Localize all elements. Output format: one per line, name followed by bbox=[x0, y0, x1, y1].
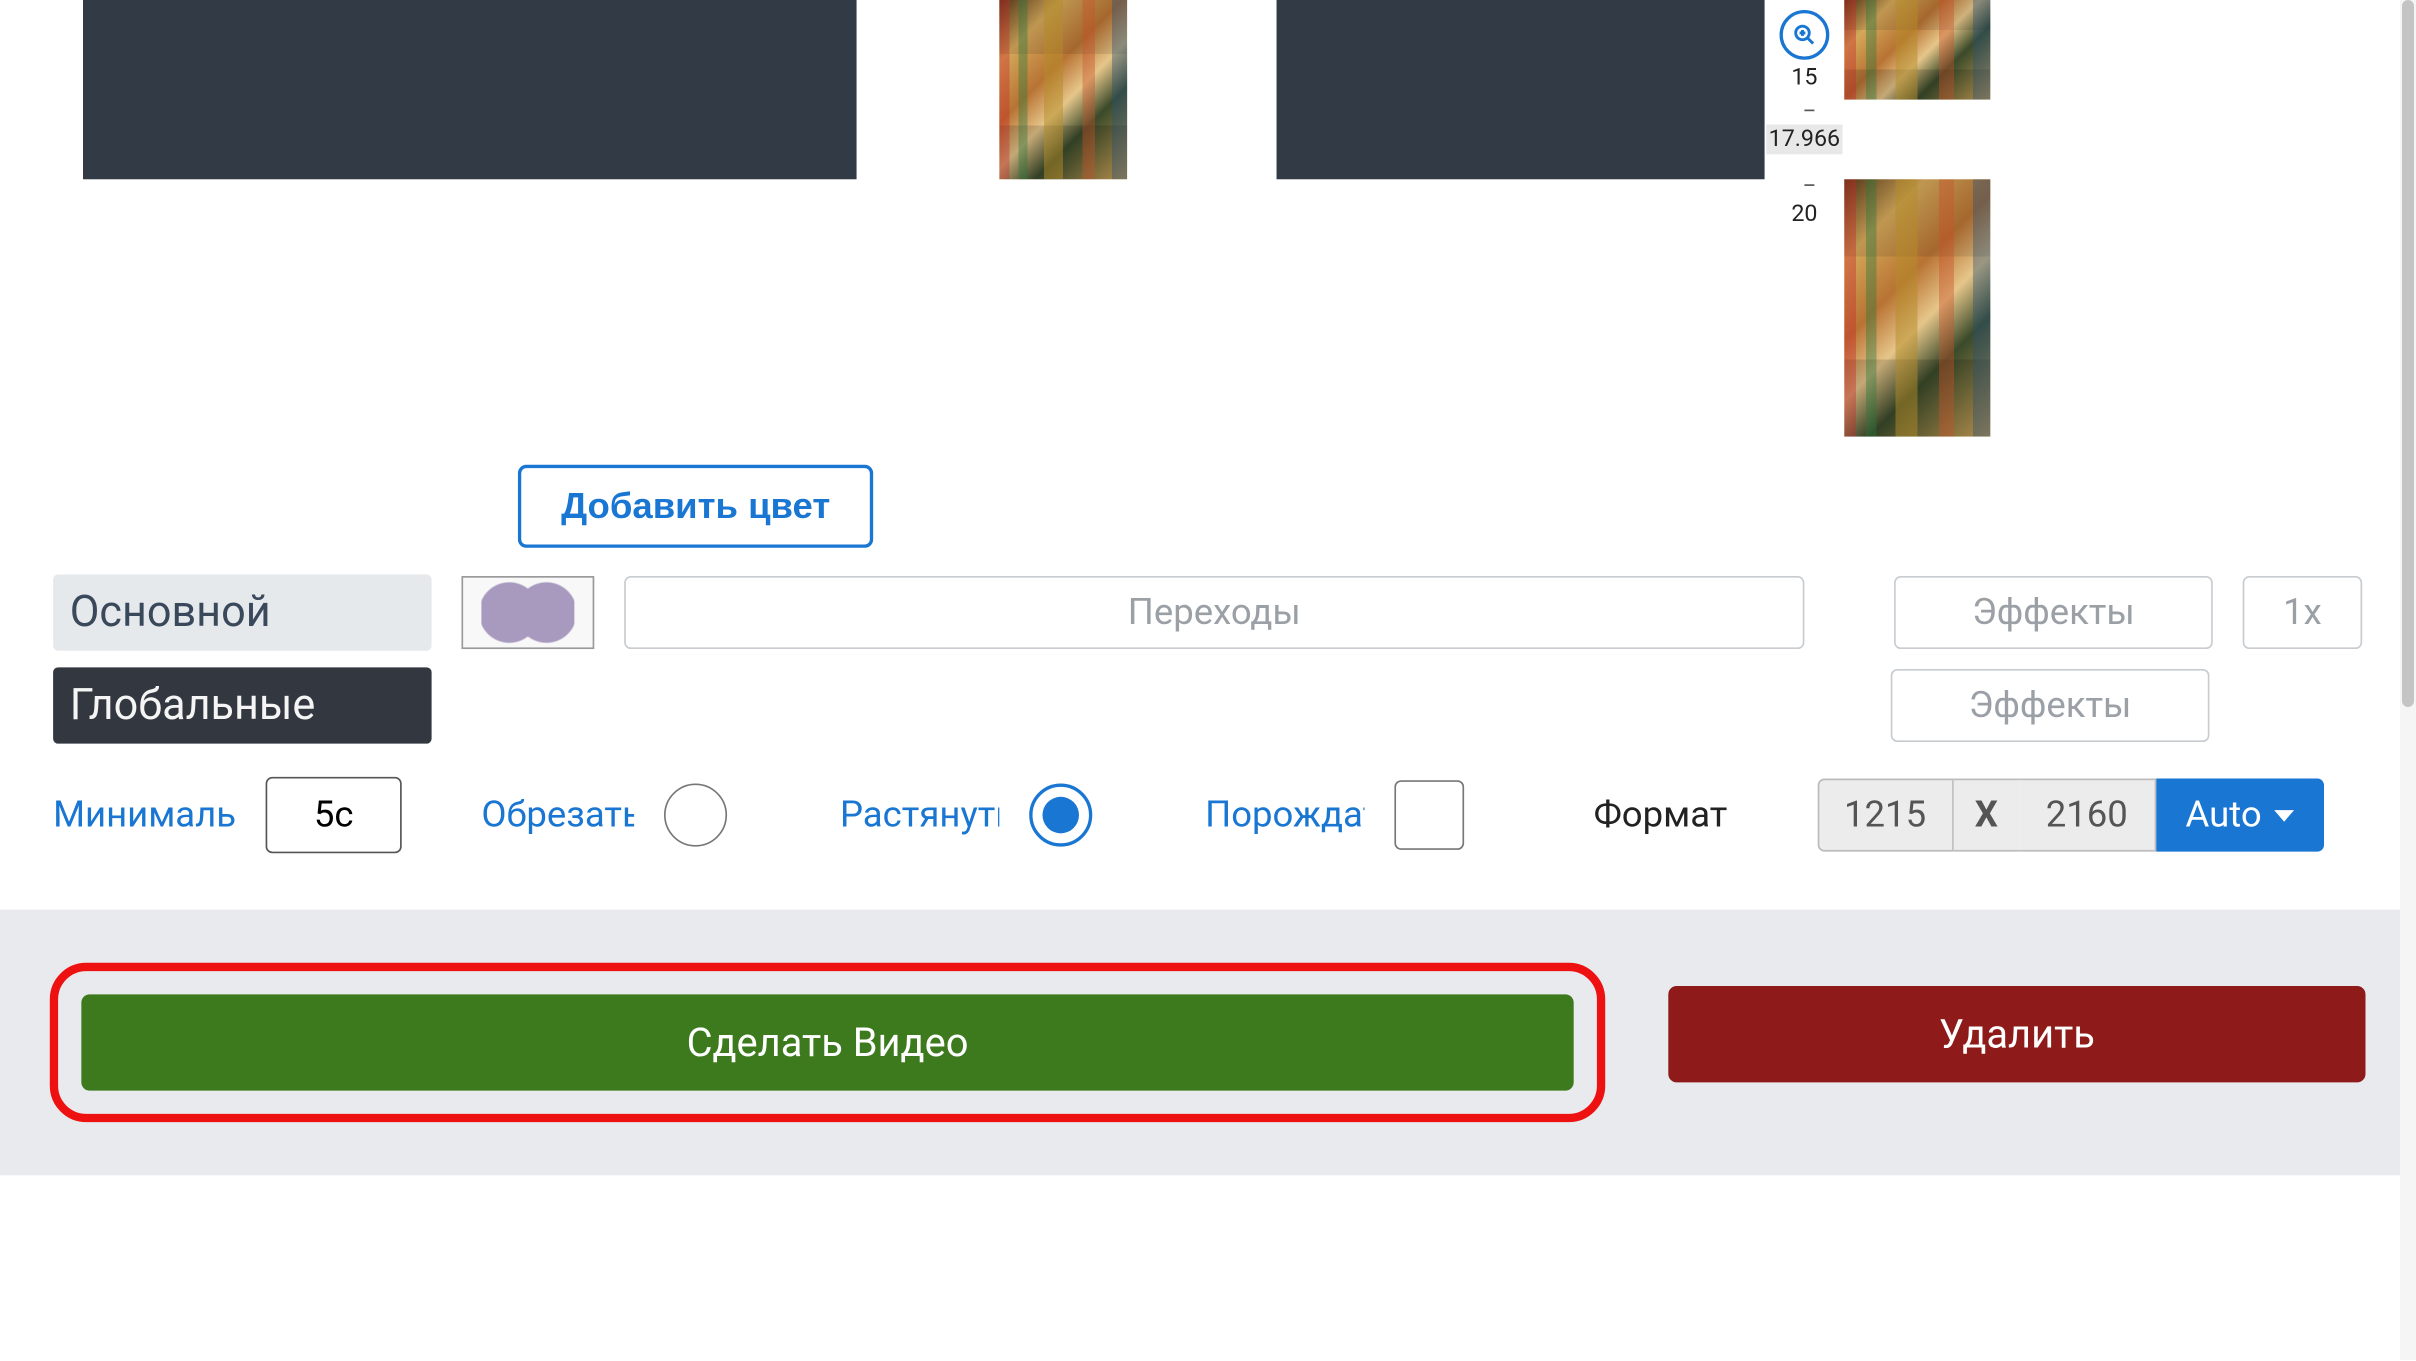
min-duration-input[interactable]: 5c bbox=[266, 777, 402, 853]
ruler-tick-mark bbox=[1804, 109, 1814, 111]
transitions-select[interactable]: Переходы bbox=[624, 576, 1804, 649]
timeline-clips-column bbox=[1844, 0, 1993, 448]
clip-thumbnail-1[interactable] bbox=[999, 0, 1127, 179]
highlight-ring: Сделать Видео bbox=[50, 963, 1605, 1122]
delete-button[interactable]: Удалить bbox=[1668, 986, 2365, 1082]
make-video-button[interactable]: Сделать Видео bbox=[81, 994, 1573, 1090]
transition-preset-butterfly[interactable] bbox=[461, 576, 594, 649]
label-crop: Обрезать bbox=[481, 794, 634, 836]
add-color-button[interactable]: Добавить цвет bbox=[518, 465, 873, 548]
preview-panel-1 bbox=[83, 0, 857, 179]
ruler-tick-mark bbox=[1804, 184, 1814, 186]
tab-global[interactable]: Глобальные bbox=[53, 667, 431, 743]
clip-thumbnail-3[interactable] bbox=[1844, 179, 1990, 436]
scrollbar-thumb[interactable] bbox=[2402, 0, 2414, 707]
label-format: Формат bbox=[1594, 794, 1728, 836]
ruler-current-time: 17.966 bbox=[1766, 124, 1842, 154]
radio-crop[interactable] bbox=[664, 784, 727, 847]
timeline-ruler: 15 17.966 20 bbox=[1765, 0, 1845, 448]
format-width-input[interactable]: 1215 bbox=[1817, 779, 1953, 852]
format-height-input[interactable]: 2160 bbox=[2020, 779, 2156, 852]
footer-actions: Сделать Видео Удалить bbox=[0, 910, 2415, 1176]
clip-thumbnail-2[interactable] bbox=[1844, 0, 1990, 100]
effects-select-global[interactable]: Эффекты bbox=[1891, 669, 2210, 742]
format-x-separator: X bbox=[1953, 779, 2019, 852]
format-auto-label: Auto bbox=[2186, 794, 2262, 836]
zoom-in-icon bbox=[1793, 23, 1816, 46]
checkbox-generate[interactable] bbox=[1394, 780, 1464, 850]
zoom-in-button[interactable] bbox=[1780, 10, 1830, 60]
format-auto-dropdown[interactable]: Auto bbox=[2156, 779, 2325, 852]
label-stretch: Растянуть bbox=[840, 794, 999, 836]
label-minimal: Минималь bbox=[53, 794, 236, 836]
label-generate: Порождать bbox=[1205, 794, 1364, 836]
preview-panel-2 bbox=[1277, 0, 1765, 179]
ruler-tick-20: 20 bbox=[1765, 199, 1845, 232]
effects-select-main[interactable]: Эффекты bbox=[1894, 576, 2213, 649]
chevron-down-icon bbox=[2275, 809, 2295, 821]
page-scrollbar[interactable] bbox=[2400, 0, 2416, 1360]
radio-stretch[interactable] bbox=[1029, 784, 1092, 847]
ruler-tick-15: 15 bbox=[1765, 63, 1845, 96]
preview-row: 15 17.966 20 bbox=[0, 0, 2415, 448]
tab-main[interactable]: Основной bbox=[53, 574, 431, 650]
speed-multiplier[interactable]: 1x bbox=[2243, 576, 2363, 649]
